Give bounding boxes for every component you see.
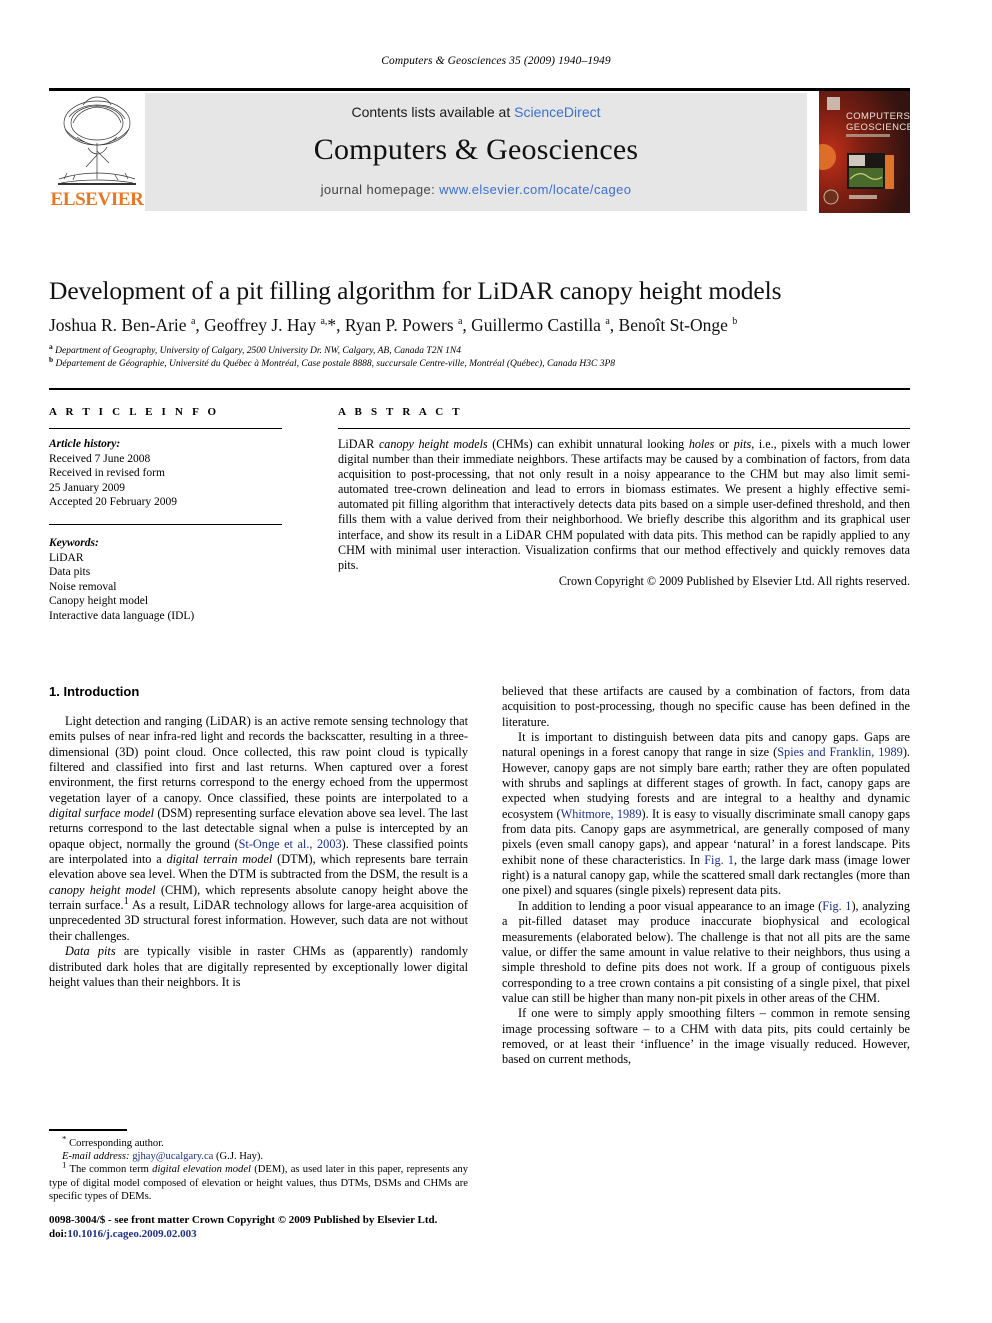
body-column-right: believed that these artifacts are caused…: [502, 684, 910, 1068]
history-line: Received 7 June 2008: [49, 452, 151, 465]
affiliation-b-text: Département de Géographie, Université du…: [55, 359, 616, 369]
history-line: 25 January 2009: [49, 481, 126, 494]
body-text: ), analyzing a pit-filled dataset may pr…: [502, 898, 910, 1005]
elsevier-tree-icon: [58, 96, 136, 185]
masthead-center-panel: Contents lists available at ScienceDirec…: [145, 93, 807, 211]
article-info-heading: A R T I C L E I N F O: [49, 406, 220, 418]
footnote-email: E-mail address: gjhay@ucalgary.ca (G.J. …: [49, 1150, 468, 1163]
keywords-label: Keywords:: [49, 537, 99, 549]
affiliation-a-text: Department of Geography, University of C…: [55, 346, 461, 356]
abstract-text: LiDAR canopy height models (CHMs) can ex…: [338, 437, 910, 589]
colophon-doi: doi:10.1016/j.cageo.2009.02.003: [49, 1227, 489, 1241]
colophon-front-matter: 0098-3004/$ - see front matter Crown Cop…: [49, 1214, 438, 1226]
keyword-item: Interactive data language (IDL): [49, 609, 195, 622]
footnote-note-seg: The common term: [66, 1164, 153, 1176]
paragraph: Light detection and ranging (LiDAR) is a…: [49, 714, 468, 944]
paragraph: Data pits are typically visible in raste…: [49, 944, 468, 990]
body-text: believed that these artifacts are caused…: [502, 684, 910, 729]
homepage-prefix: journal homepage:: [320, 182, 440, 197]
journal-cover-art: COMPUTERS GEOSCIENCES: [819, 91, 910, 213]
body-text: If one were to simply apply smoothing fi…: [502, 1006, 910, 1067]
abstract-seg: LiDAR: [338, 437, 379, 451]
paragraph: In addition to lending a poor visual app…: [502, 899, 910, 1006]
affiliations: a Department of Geography, University of…: [49, 341, 939, 371]
paragraph: It is important to distinguish between d…: [502, 730, 910, 899]
footnote-dem-note: 1 The common term digital elevation mode…: [49, 1160, 468, 1203]
svg-text:GEOSCIENCES: GEOSCIENCES: [846, 122, 910, 133]
citation-link[interactable]: St-Onge et al., 2003: [239, 837, 342, 851]
journal-title: Computers & Geosciences: [313, 133, 639, 166]
history-line: Accepted 20 February 2009: [49, 496, 178, 509]
contents-prefix: Contents lists available at: [351, 104, 515, 120]
footnote-rule: [49, 1129, 127, 1131]
journal-homepage-link[interactable]: www.elsevier.com/locate/cageo: [439, 182, 631, 197]
journal-cover-thumbnail: COMPUTERS GEOSCIENCES: [819, 91, 910, 213]
affiliation-b: b Département de Géographie, Université …: [49, 354, 616, 369]
body-text: In addition to lending a poor visual app…: [518, 898, 823, 913]
article-history: Article history: Received 7 June 2008 Re…: [49, 437, 289, 510]
affiliation-a: a Department of Geography, University of…: [49, 341, 461, 356]
citation-link[interactable]: Spies and Franklin, 1989: [777, 745, 903, 759]
emphasis-text: digital terrain model: [166, 852, 273, 867]
doi-label: doi:: [49, 1228, 68, 1240]
citation-link[interactable]: Fig. 1: [822, 899, 851, 913]
body-text: Light detection and ranging (LiDAR) is a…: [49, 714, 468, 805]
abstract-seg: , i.e., pixels with a much lower digital…: [338, 437, 911, 572]
email-suffix: (G.J. Hay).: [213, 1151, 264, 1163]
svg-text:COMPUTERS: COMPUTERS: [846, 111, 910, 122]
abstract-seg-italic: holes: [688, 437, 715, 451]
history-line: Received in revised form: [49, 467, 165, 480]
elsevier-logo: ELSEVIER: [49, 91, 145, 213]
running-head: Computers & Geosciences 35 (2009) 1940–1…: [381, 55, 611, 67]
paper-page: Computers & Geosciences 35 (2009) 1940–1…: [0, 0, 992, 1323]
contents-available-line: Contents lists available at ScienceDirec…: [145, 104, 807, 120]
emphasis-text: canopy height model: [49, 882, 156, 897]
keywords-rule: [49, 524, 282, 525]
keyword-item: Noise removal: [49, 580, 117, 593]
keyword-item: Data pits: [49, 566, 91, 579]
article-history-label: Article history:: [49, 438, 121, 450]
elsevier-wordmark: ELSEVIER: [50, 189, 144, 210]
abstract-seg: (CHMs) can exhibit unnatural looking: [487, 437, 689, 451]
abstract-seg-italic: canopy height models: [378, 437, 488, 451]
abstract-seg: or: [714, 437, 734, 451]
info-top-rule: [49, 388, 910, 390]
abstract-copyright: Crown Copyright © 2009 Published by Else…: [558, 573, 910, 588]
emphasis-text: digital surface model: [49, 806, 154, 821]
abstract-rule: [338, 428, 910, 429]
journal-masthead: ELSEVIER Contents lists available at Sci…: [49, 91, 910, 213]
article-info-rule: [49, 428, 282, 429]
paragraph: If one were to simply apply smoothing fi…: [502, 1006, 910, 1067]
footnote-note-italic: digital elevation model: [152, 1164, 251, 1176]
footnote-corresponding-text: Corresponding author.: [69, 1138, 164, 1149]
sciencedirect-link[interactable]: ScienceDirect: [514, 104, 600, 120]
keywords-block: Keywords: LiDAR Data pits Noise removal …: [49, 536, 289, 624]
footnotes-block: * Corresponding author. E-mail address: …: [49, 1134, 468, 1203]
citation-link[interactable]: Whitmore, 1989: [561, 807, 642, 821]
section-heading-introduction: 1. Introduction: [49, 684, 140, 699]
colophon: 0098-3004/$ - see front matter Crown Cop…: [49, 1213, 489, 1241]
abstract-heading: A B S T R A C T: [338, 406, 463, 418]
email-link[interactable]: gjhay@ucalgary.ca: [132, 1151, 213, 1162]
keyword-item: Canopy height model: [49, 595, 149, 608]
body-column-left: Light detection and ranging (LiDAR) is a…: [49, 714, 468, 990]
footnote-corresponding: * Corresponding author.: [49, 1134, 468, 1150]
paper-title: Development of a pit filling algorithm f…: [49, 276, 782, 305]
doi-link[interactable]: 10.1016/j.cageo.2009.02.003: [67, 1228, 196, 1240]
emphasis-text: Data pits: [65, 944, 116, 959]
journal-homepage-line: journal homepage: www.elsevier.com/locat…: [145, 182, 807, 197]
email-address-label: E-mail address:: [62, 1151, 130, 1163]
paragraph: believed that these artifacts are caused…: [502, 684, 910, 730]
keyword-item: LiDAR: [49, 551, 84, 564]
author-list: Joshua R. Ben-Arie a, Geoffrey J. Hay a,…: [49, 315, 738, 335]
citation-link[interactable]: Fig. 1: [704, 853, 734, 867]
abstract-seg-italic: pits: [733, 437, 752, 451]
footnote-marker-asterisk: *: [62, 1133, 67, 1144]
